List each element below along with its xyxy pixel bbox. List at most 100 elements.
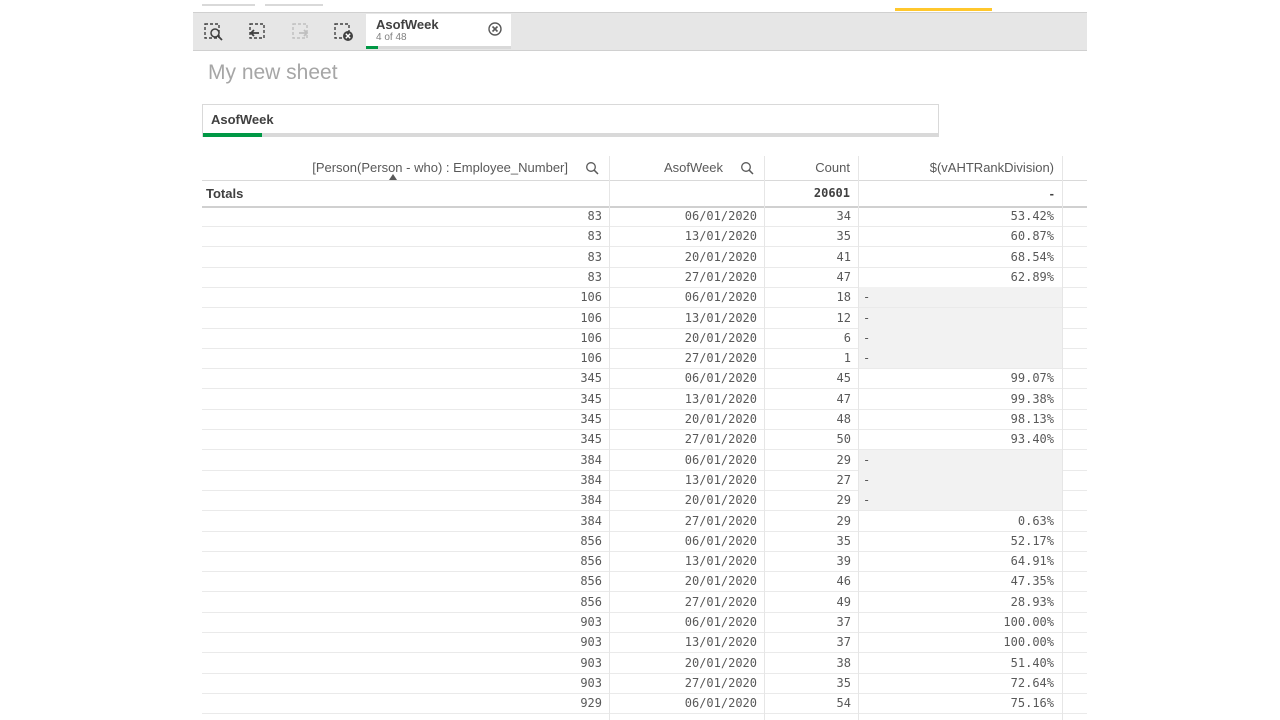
clear-selections-icon[interactable] — [333, 21, 355, 43]
cell-asofweek[interactable]: 20/01/2020 — [610, 493, 757, 507]
search-icon[interactable] — [585, 161, 600, 176]
table-row[interactable]: 83 13/01/2020 35 60.87% — [202, 226, 1087, 248]
column-header-count[interactable]: Count — [765, 160, 850, 175]
cell-asofweek[interactable]: 20/01/2020 — [610, 656, 757, 670]
cell-count: 46 — [836, 574, 851, 589]
cell-asofweek[interactable]: 27/01/2020 — [610, 432, 757, 446]
table-row[interactable]: 345 27/01/2020 50 93.40% — [202, 429, 1087, 451]
cell-employee[interactable]: 83 — [202, 229, 602, 243]
table-row[interactable]: 903 20/01/2020 38 51.40% — [202, 653, 1087, 674]
cell-asofweek[interactable]: 13/01/2020 — [610, 635, 757, 649]
cell-employee[interactable]: 856 — [202, 534, 602, 548]
column-header-asofweek[interactable]: AsofWeek — [610, 160, 723, 175]
table-row[interactable]: 83 06/01/2020 34 53.42% — [202, 206, 1087, 227]
table-row[interactable]: 83 20/01/2020 41 68.54% — [202, 247, 1087, 268]
smart-search-icon[interactable] — [203, 21, 225, 43]
cell-rank: 53.42% — [1010, 209, 1054, 223]
cell-employee[interactable]: 83 — [202, 209, 602, 223]
table-row[interactable]: 384 20/01/2020 29- — [202, 490, 1087, 512]
cell-count: 34 — [836, 209, 851, 223]
table-row[interactable]: 384 06/01/2020 29- — [202, 449, 1087, 471]
cell-employee[interactable]: 83 — [202, 250, 602, 264]
column-header-rank[interactable]: $(vAHTRankDivision) — [859, 160, 1054, 175]
cell-asofweek[interactable]: 27/01/2020 — [610, 351, 757, 365]
cell-rank: 28.93% — [1010, 594, 1054, 609]
table-row[interactable]: 929 06/01/2020 54 75.16% — [202, 693, 1087, 715]
cell-employee[interactable]: 903 — [202, 676, 602, 690]
cell-asofweek[interactable]: 20/01/2020 — [610, 250, 757, 264]
cell-employee[interactable]: 345 — [202, 432, 602, 446]
cell-employee[interactable]: 106 — [202, 331, 602, 345]
table-row[interactable]: 856 13/01/2020 39 64.91% — [202, 551, 1087, 573]
selection-chip-asofweek[interactable]: AsofWeek 4 of 48 — [366, 14, 511, 49]
cell-employee[interactable]: 384 — [202, 473, 602, 487]
table-row[interactable]: 345 20/01/2020 48 98.13% — [202, 409, 1087, 430]
cell-employee[interactable]: 903 — [202, 656, 602, 670]
cell-asofweek[interactable]: 06/01/2020 — [610, 371, 757, 385]
cell-asofweek[interactable]: 06/01/2020 — [610, 209, 757, 223]
null-cell-background — [859, 449, 1062, 470]
table-row[interactable]: 856 27/01/2020 49 28.93% — [202, 592, 1087, 613]
cell-asofweek[interactable]: 13/01/2020 — [610, 473, 757, 487]
sort-ascending-icon[interactable] — [389, 174, 397, 180]
cell-employee[interactable]: 929 — [202, 696, 602, 710]
step-back-icon[interactable] — [246, 21, 268, 43]
cell-employee[interactable]: 384 — [202, 493, 602, 507]
tab-hint[interactable] — [202, 4, 255, 6]
cell-employee[interactable]: 903 — [202, 635, 602, 649]
table-row[interactable]: 384 13/01/2020 27- — [202, 469, 1087, 491]
table-row[interactable]: 106 13/01/2020 12- — [202, 307, 1087, 329]
cell-employee[interactable]: 106 — [202, 351, 602, 365]
cell-asofweek[interactable]: 20/01/2020 — [610, 331, 757, 345]
cell-employee[interactable]: 856 — [202, 595, 602, 609]
cell-asofweek[interactable]: 06/01/2020 — [610, 290, 757, 304]
cell-asofweek[interactable]: 13/01/2020 — [610, 229, 757, 243]
clear-field-icon[interactable] — [488, 22, 502, 36]
table-row[interactable]: 903 27/01/2020 35 72.64% — [202, 673, 1087, 694]
cell-asofweek[interactable]: 06/01/2020 — [610, 615, 757, 629]
table-row[interactable]: 384 27/01/2020 29 0.63% — [202, 511, 1087, 532]
table-row[interactable]: 856 20/01/2020 46 47.35% — [202, 571, 1087, 593]
cell-employee[interactable]: 384 — [202, 514, 602, 528]
cell-asofweek[interactable]: 13/01/2020 — [610, 554, 757, 568]
cell-asofweek[interactable]: 06/01/2020 — [610, 534, 757, 548]
search-icon[interactable] — [740, 161, 755, 176]
cell-employee[interactable]: 106 — [202, 290, 602, 304]
cell-employee[interactable]: 384 — [202, 453, 602, 467]
table-row[interactable]: 106 27/01/2020 1- — [202, 348, 1087, 370]
cell-count: 29 — [836, 493, 851, 508]
cell-employee[interactable]: 856 — [202, 574, 602, 588]
cell-count: 27 — [836, 472, 851, 487]
cell-employee[interactable]: 106 — [202, 311, 602, 325]
column-header-employee[interactable]: [Person(Person - who) : Employee_Number] — [202, 160, 568, 175]
tab-hint[interactable] — [265, 4, 323, 6]
cell-asofweek[interactable]: 06/01/2020 — [610, 453, 757, 467]
table-row[interactable]: 83 27/01/2020 47 62.89% — [202, 267, 1087, 288]
cell-employee[interactable]: 903 — [202, 615, 602, 629]
cell-asofweek[interactable]: 20/01/2020 — [610, 412, 757, 426]
table-row[interactable]: 903 13/01/2020 37 100.00% — [202, 632, 1087, 654]
cell-employee[interactable]: 345 — [202, 392, 602, 406]
table-row[interactable]: 856 06/01/2020 35 52.17% — [202, 531, 1087, 552]
cell-asofweek[interactable]: 27/01/2020 — [610, 270, 757, 284]
cell-employee[interactable]: 856 — [202, 554, 602, 568]
cell-asofweek[interactable]: 13/01/2020 — [610, 392, 757, 406]
table-row[interactable]: 903 06/01/2020 37 100.00% — [202, 612, 1087, 633]
cell-rank: 100.00% — [1003, 635, 1054, 650]
cell-asofweek[interactable]: 27/01/2020 — [610, 676, 757, 690]
filter-pane-asofweek[interactable]: AsofWeek — [202, 104, 939, 137]
cell-employee[interactable]: 345 — [202, 371, 602, 385]
cell-asofweek[interactable]: 27/01/2020 — [610, 595, 757, 609]
cell-employee[interactable]: 83 — [202, 270, 602, 284]
cell-asofweek[interactable]: 13/01/2020 — [610, 311, 757, 325]
table-row[interactable]: 106 20/01/2020 6- — [202, 327, 1087, 349]
cell-rank: - — [863, 452, 871, 467]
step-forward-icon[interactable] — [290, 21, 312, 43]
table-row[interactable]: 345 06/01/2020 45 99.07% — [202, 368, 1087, 390]
table-row[interactable]: 345 13/01/2020 47 99.38% — [202, 389, 1087, 410]
cell-asofweek[interactable]: 06/01/2020 — [610, 696, 757, 710]
cell-employee[interactable]: 345 — [202, 412, 602, 426]
table-row[interactable]: 106 06/01/2020 18- — [202, 287, 1087, 309]
cell-asofweek[interactable]: 20/01/2020 — [610, 574, 757, 588]
cell-asofweek[interactable]: 27/01/2020 — [610, 514, 757, 528]
